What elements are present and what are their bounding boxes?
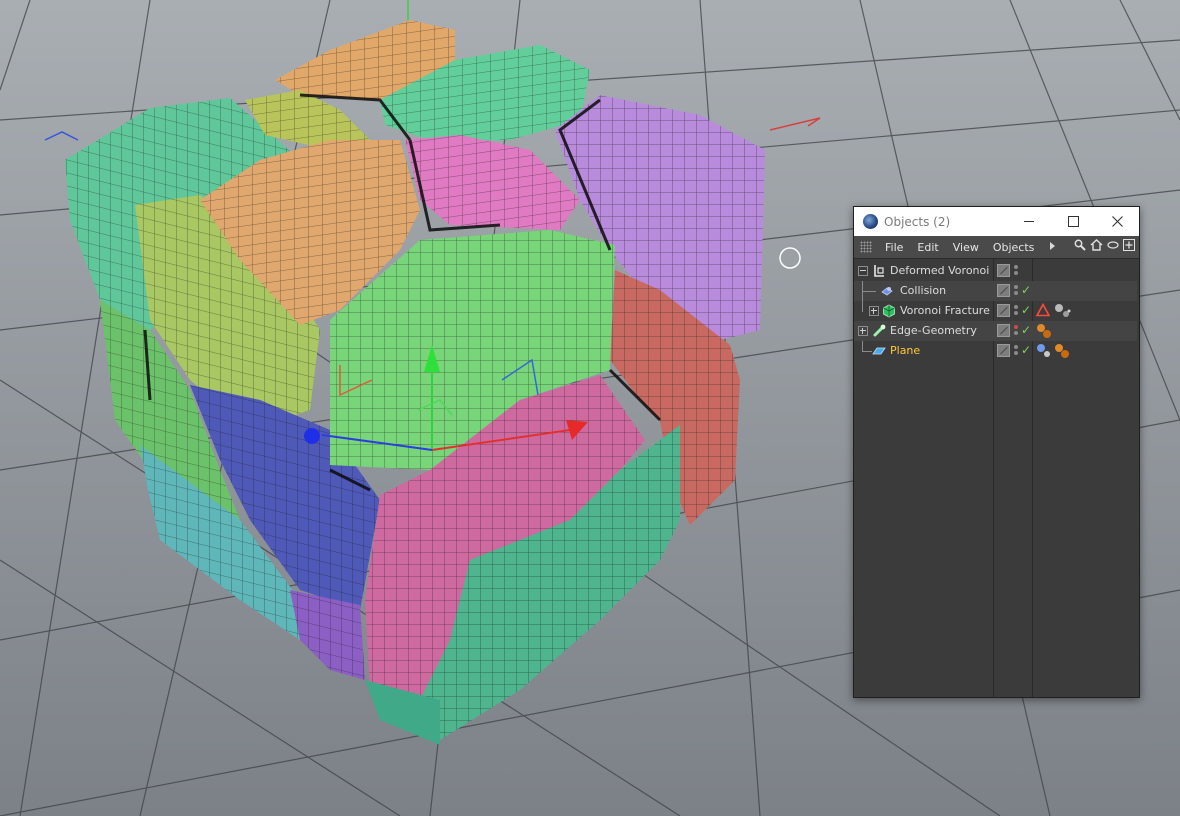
window-title: Objects (2) xyxy=(884,214,951,229)
close-button[interactable] xyxy=(1095,207,1139,236)
layer-swatch[interactable] xyxy=(997,264,1010,277)
cinema4d-app-icon xyxy=(863,214,878,229)
menu-file[interactable]: File xyxy=(878,241,910,254)
object-name[interactable]: Voronoi Fracture xyxy=(900,304,990,317)
menu-view[interactable]: View xyxy=(946,241,986,254)
enabled-check-icon[interactable]: ✓ xyxy=(1021,323,1031,337)
window-titlebar[interactable]: Objects (2) xyxy=(854,207,1139,236)
enabled-check-icon[interactable]: ✓ xyxy=(1021,283,1031,297)
menu-objects[interactable]: Objects xyxy=(986,241,1042,254)
layer-swatch[interactable] xyxy=(997,304,1010,317)
edge-geometry-icon xyxy=(873,324,886,337)
object-row-deformed-voronoi[interactable]: Deformed Voronoi xyxy=(854,261,1137,281)
collision-deformer-icon xyxy=(881,287,893,296)
object-row-voronoi-fracture[interactable]: Voronoi Fracture ✓ xyxy=(854,301,1137,321)
object-tree: Deformed Voronoi Collision ✓ Voronoi Fra… xyxy=(854,259,1139,697)
grip-icon[interactable] xyxy=(860,241,872,253)
menu-bar: File Edit View Objects xyxy=(854,236,1139,259)
object-name[interactable]: Deformed Voronoi xyxy=(890,264,989,277)
minimize-button[interactable] xyxy=(1007,207,1051,236)
voronoi-fracture-icon xyxy=(883,304,895,318)
visibility-dots[interactable] xyxy=(1014,284,1019,297)
objects-manager-window[interactable]: Objects (2) File Edit View Objects Defor… xyxy=(853,206,1140,698)
visibility-dots[interactable] xyxy=(1014,324,1019,337)
view-toggle-icon[interactable] xyxy=(1107,240,1119,250)
material-tag-orange-icon[interactable] xyxy=(1054,343,1070,359)
null-object-icon xyxy=(874,265,884,277)
object-row-edge-geometry[interactable]: Edge-Geometry ✓ xyxy=(854,321,1137,341)
maximize-icon xyxy=(1067,216,1079,227)
menu-overflow-arrow-icon[interactable] xyxy=(1050,242,1055,250)
menu-edit[interactable]: Edit xyxy=(910,241,945,254)
home-icon[interactable] xyxy=(1090,239,1103,251)
expand-toggle[interactable] xyxy=(858,326,868,336)
enabled-check-icon[interactable]: ✓ xyxy=(1021,303,1031,317)
layer-swatch[interactable] xyxy=(997,324,1010,337)
new-window-icon[interactable] xyxy=(1123,239,1135,251)
visibility-dots[interactable] xyxy=(1014,264,1019,277)
object-row-plane[interactable]: Plane ✓ xyxy=(854,341,1137,361)
material-tag-blue-icon[interactable] xyxy=(1036,343,1052,359)
phong-tag-icon[interactable] xyxy=(1036,303,1050,317)
material-tag-orange-icon[interactable] xyxy=(1036,323,1052,339)
minimize-icon xyxy=(1024,221,1034,222)
visibility-dots[interactable] xyxy=(1014,304,1019,317)
maximize-button[interactable] xyxy=(1051,207,1095,236)
layer-swatch[interactable] xyxy=(997,284,1010,297)
object-name[interactable]: Collision xyxy=(900,284,946,297)
close-icon xyxy=(1111,216,1123,227)
enabled-check-icon[interactable]: ✓ xyxy=(1021,343,1031,357)
object-name[interactable]: Plane xyxy=(890,344,920,357)
plane-icon xyxy=(872,347,886,355)
search-icon[interactable] xyxy=(1074,239,1086,251)
collapse-toggle[interactable] xyxy=(858,266,868,276)
material-tags-icon[interactable] xyxy=(1054,303,1072,319)
object-name[interactable]: Edge-Geometry xyxy=(890,324,977,337)
visibility-dots[interactable] xyxy=(1014,344,1019,357)
expand-toggle[interactable] xyxy=(869,306,879,316)
layer-swatch[interactable] xyxy=(997,344,1010,357)
object-row-collision[interactable]: Collision ✓ xyxy=(854,281,1137,301)
